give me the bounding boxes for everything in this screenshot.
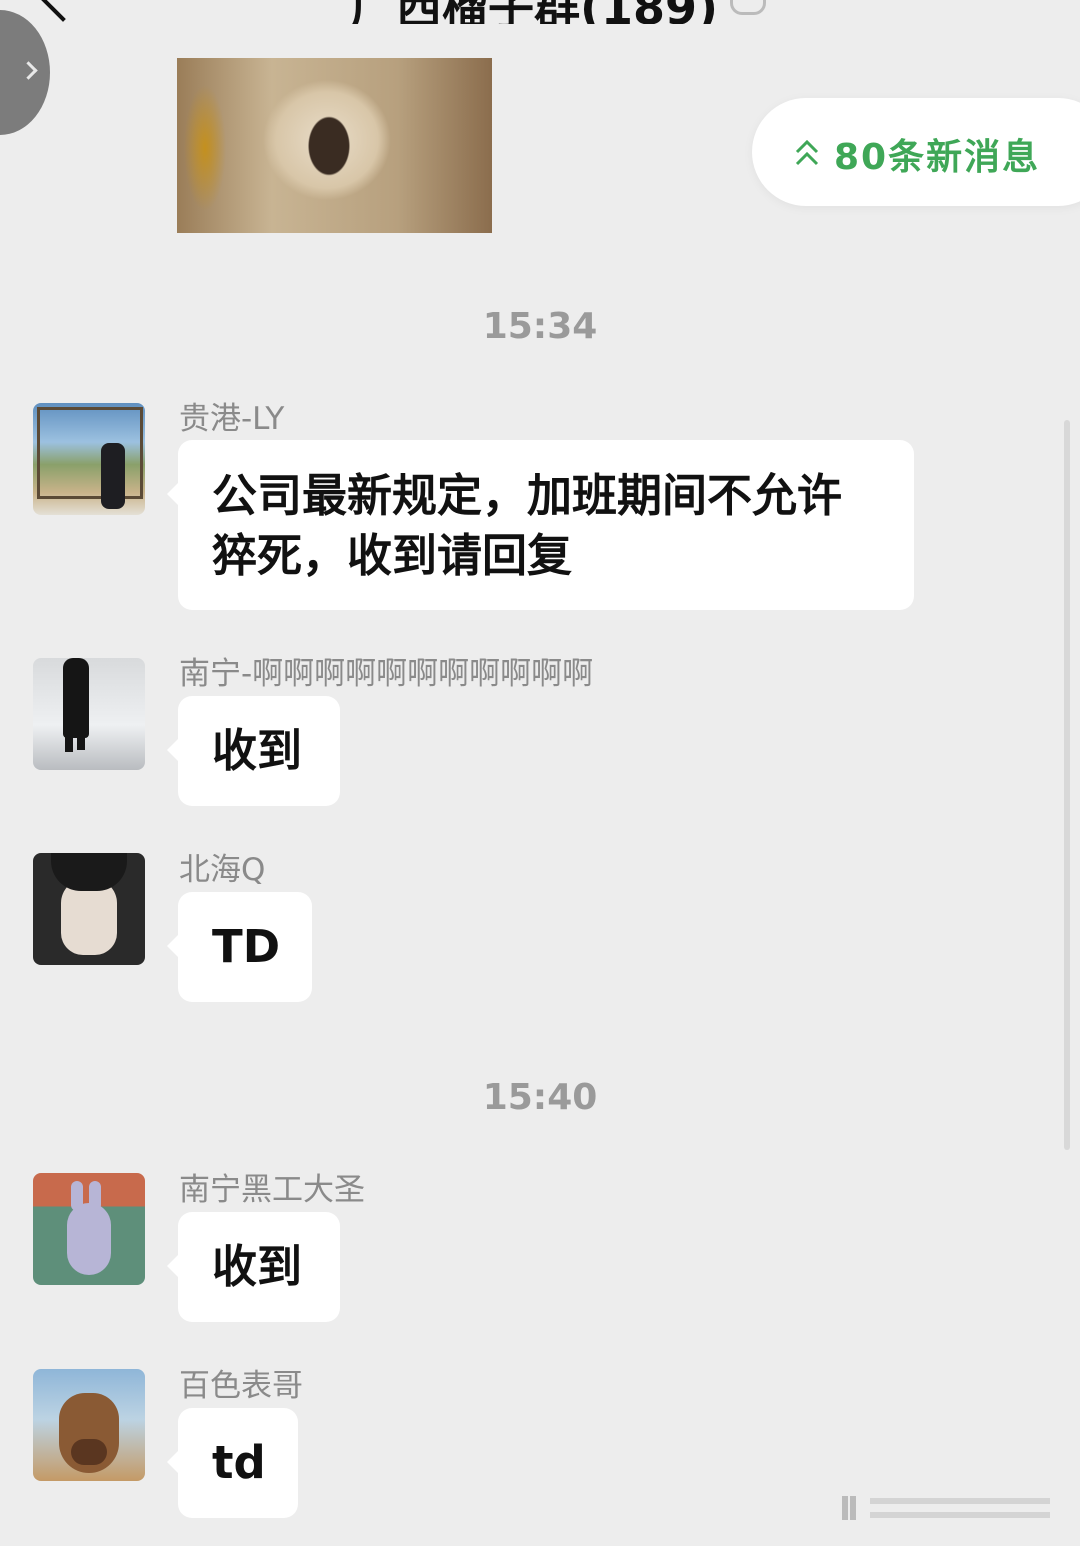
- sender-name: 贵港-LY: [179, 401, 285, 437]
- timestamp: 15:34: [482, 306, 598, 347]
- avatar[interactable]: [33, 403, 145, 515]
- sender-name: 北海Q: [179, 852, 266, 888]
- avatar[interactable]: [33, 853, 145, 965]
- avatar[interactable]: [33, 1173, 145, 1285]
- bell-muted-icon: [730, 0, 766, 15]
- watermark-logo: [842, 1496, 1050, 1520]
- message-bubble[interactable]: 收到: [167, 696, 340, 806]
- avatar[interactable]: [33, 658, 145, 770]
- message-text: 收到: [212, 1240, 303, 1293]
- message-bubble[interactable]: 公司最新规定，加班期间不允许 猝死，收到请回复: [167, 440, 914, 610]
- image-message[interactable]: [177, 58, 492, 233]
- scrollbar[interactable]: [1064, 420, 1070, 1150]
- message-bubble[interactable]: td: [167, 1408, 298, 1518]
- sender-name: 南宁-啊啊啊啊啊啊啊啊啊啊啊: [179, 656, 594, 692]
- message-text: 公司最新规定，加班期间不允许 猝死，收到请回复: [212, 469, 843, 582]
- message-text: TD: [212, 920, 281, 973]
- double-chevron-up-icon: [795, 139, 819, 166]
- sender-name: 南宁黑工大圣: [179, 1172, 365, 1208]
- back-icon[interactable]: [36, 0, 90, 22]
- sender-name: 百色表哥: [179, 1368, 303, 1404]
- avatar[interactable]: [33, 1369, 145, 1481]
- new-messages-label: 80条新消息: [834, 137, 1041, 178]
- timestamp: 15:40: [482, 1077, 598, 1118]
- message-bubble[interactable]: TD: [167, 892, 312, 1002]
- message-text: td: [212, 1436, 266, 1489]
- message-text: 收到: [212, 724, 303, 777]
- message-bubble[interactable]: 收到: [167, 1212, 340, 1322]
